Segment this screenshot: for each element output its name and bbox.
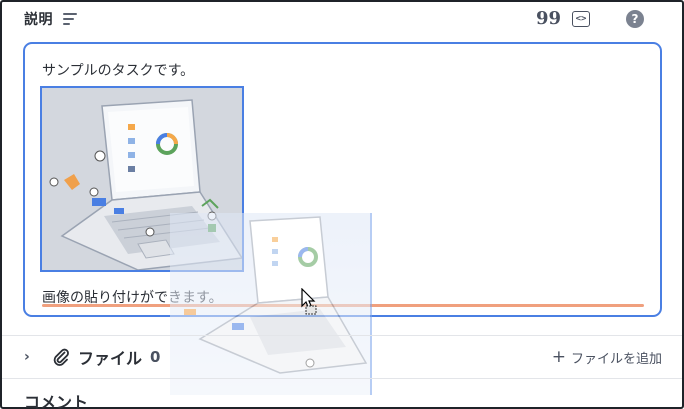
- code-block-icon[interactable]: <>: [572, 11, 590, 27]
- help-icon[interactable]: ?: [626, 10, 644, 28]
- pasted-image[interactable]: [40, 86, 244, 272]
- description-header: 説明 99 <> ?: [24, 6, 664, 32]
- description-editor[interactable]: サンプルのタスクです。 画像の貼り付けができます。: [23, 42, 662, 317]
- drop-indicator-line: [42, 304, 644, 307]
- files-title: ファイル: [78, 349, 143, 368]
- drag-cursor-icon: [300, 287, 320, 320]
- laptop-illustration-icon: [42, 88, 242, 270]
- add-file-button[interactable]: + ファイルを追加: [552, 344, 662, 370]
- description-title: 説明: [24, 12, 53, 28]
- files-count: 0: [150, 348, 161, 366]
- chevron-right-icon[interactable]: ›: [24, 349, 42, 365]
- paperclip-icon: [52, 348, 72, 366]
- editor-text-line[interactable]: サンプルのタスクです。: [42, 60, 194, 80]
- section-divider: [2, 335, 682, 336]
- description-lines-icon: [63, 13, 77, 25]
- plus-icon: +: [551, 346, 566, 367]
- comments-title: コメント: [24, 393, 89, 409]
- quote-icon[interactable]: 99: [536, 10, 561, 28]
- add-file-label: ファイルを追加: [570, 351, 662, 367]
- editor-toolbar: 99 <> ?: [536, 6, 664, 32]
- files-section: › ファイル 0 + ファイルを追加: [24, 344, 664, 370]
- section-divider: [2, 378, 682, 379]
